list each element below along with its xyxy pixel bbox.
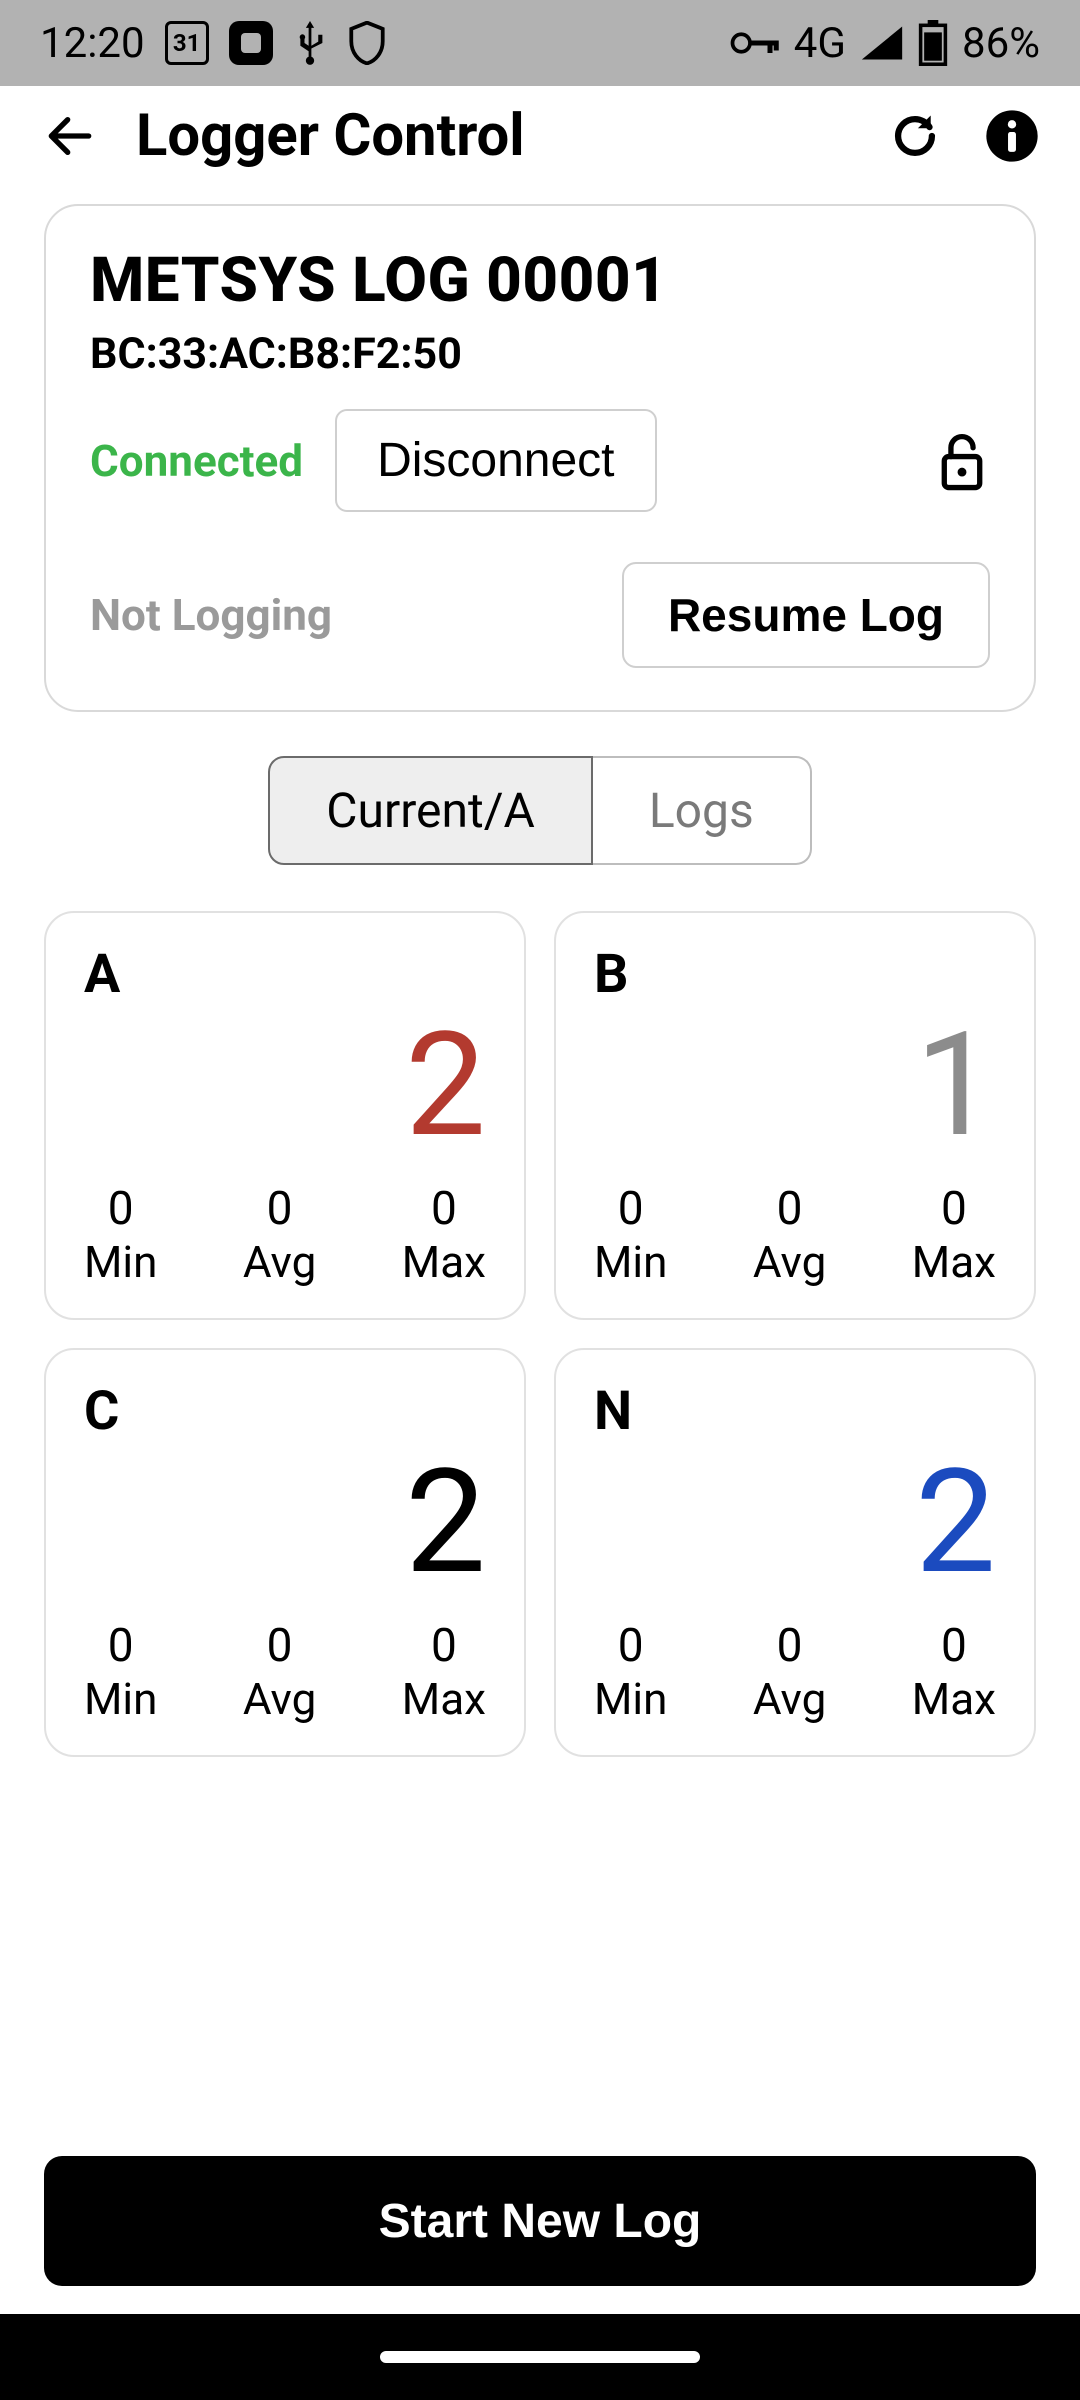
connection-status: Connected xyxy=(90,435,303,487)
home-indicator[interactable] xyxy=(380,2351,700,2363)
refresh-button[interactable] xyxy=(886,107,944,165)
connection-row: Connected Disconnect xyxy=(90,409,990,512)
stat-max: 0 Max xyxy=(912,1182,996,1288)
channel-label: N xyxy=(594,1380,996,1443)
stat-label: Avg xyxy=(753,1673,826,1725)
stat-value: 0 xyxy=(594,1619,667,1673)
stat-max: 0 Max xyxy=(402,1619,486,1725)
channel-label: A xyxy=(84,943,486,1006)
channel-grid: A 2 0 Min 0 Avg 0 Max B 1 xyxy=(44,911,1036,1757)
resume-log-button[interactable]: Resume Log xyxy=(622,562,990,668)
status-left: 12:20 31 xyxy=(40,19,387,68)
stat-label: Min xyxy=(84,1673,157,1725)
key-icon xyxy=(730,29,780,57)
stat-min: 0 Min xyxy=(84,1619,157,1725)
device-card: METSYS LOG 00001 BC:33:AC:B8:F2:50 Conne… xyxy=(44,204,1036,712)
stat-avg: 0 Avg xyxy=(753,1619,826,1725)
signal-icon xyxy=(860,24,904,62)
channel-value: 1 xyxy=(594,1014,996,1158)
channel-card-n: N 2 0 Min 0 Avg 0 Max xyxy=(554,1348,1036,1757)
refresh-icon xyxy=(886,107,944,165)
arrow-left-icon xyxy=(42,108,98,164)
stat-max: 0 Max xyxy=(402,1182,486,1288)
logging-status: Not Logging xyxy=(90,589,622,641)
channel-stats: 0 Min 0 Avg 0 Max xyxy=(84,1182,486,1288)
stat-value: 0 xyxy=(84,1182,157,1236)
app-header: Logger Control xyxy=(0,86,1080,186)
stat-label: Avg xyxy=(753,1236,826,1288)
stat-min: 0 Min xyxy=(84,1182,157,1288)
channel-stats: 0 Min 0 Avg 0 Max xyxy=(594,1619,996,1725)
stat-label: Min xyxy=(84,1236,157,1288)
status-bar: 12:20 31 4G xyxy=(0,0,1080,86)
tabs: Current/A Logs xyxy=(0,756,1080,865)
stat-avg: 0 Avg xyxy=(243,1619,316,1725)
stat-value: 0 xyxy=(243,1619,316,1673)
disconnect-button[interactable]: Disconnect xyxy=(335,409,656,512)
stat-avg: 0 Avg xyxy=(753,1182,826,1288)
channel-stats: 0 Min 0 Avg 0 Max xyxy=(594,1182,996,1288)
app-square-icon xyxy=(229,21,273,65)
page-title: Logger Control xyxy=(136,102,886,170)
stat-value: 0 xyxy=(912,1182,996,1236)
stat-value: 0 xyxy=(753,1619,826,1673)
stat-label: Max xyxy=(912,1673,996,1725)
channel-label: B xyxy=(594,943,996,1006)
channel-value: 2 xyxy=(84,1014,486,1158)
channel-stats: 0 Min 0 Avg 0 Max xyxy=(84,1619,486,1725)
stat-label: Max xyxy=(402,1673,486,1725)
status-time: 12:20 xyxy=(40,19,145,68)
stat-max: 0 Max xyxy=(912,1619,996,1725)
info-button[interactable] xyxy=(984,108,1040,164)
app-region: Logger Control METSYS LOG 00001 BC:33:AC… xyxy=(0,86,1080,2314)
channel-value: 2 xyxy=(594,1451,996,1595)
header-actions xyxy=(886,107,1040,165)
channel-card-a: A 2 0 Min 0 Avg 0 Max xyxy=(44,911,526,1320)
stat-value: 0 xyxy=(243,1182,316,1236)
usb-icon xyxy=(293,21,327,65)
stat-label: Avg xyxy=(243,1673,316,1725)
stat-label: Min xyxy=(594,1236,667,1288)
nav-bar xyxy=(0,2314,1080,2400)
start-new-log-button[interactable]: Start New Log xyxy=(44,2156,1036,2286)
tab-logs[interactable]: Logs xyxy=(593,756,812,865)
battery-icon xyxy=(918,20,948,66)
stat-value: 0 xyxy=(594,1182,667,1236)
battery-percent: 86% xyxy=(962,19,1040,68)
stat-value: 0 xyxy=(402,1619,486,1673)
stat-label: Avg xyxy=(243,1236,316,1288)
stat-value: 0 xyxy=(912,1619,996,1673)
logging-row: Not Logging Resume Log xyxy=(90,562,990,668)
stat-avg: 0 Avg xyxy=(243,1182,316,1288)
stat-value: 0 xyxy=(753,1182,826,1236)
tab-current[interactable]: Current/A xyxy=(268,756,593,865)
calendar-icon: 31 xyxy=(165,21,209,65)
device-mac: BC:33:AC:B8:F2:50 xyxy=(90,329,990,379)
back-button[interactable] xyxy=(40,106,100,166)
shield-icon xyxy=(347,21,387,65)
channel-card-b: B 1 0 Min 0 Avg 0 Max xyxy=(554,911,1036,1320)
info-icon xyxy=(984,108,1040,164)
stat-value: 0 xyxy=(84,1619,157,1673)
stat-label: Min xyxy=(594,1673,667,1725)
stat-value: 0 xyxy=(402,1182,486,1236)
lock-open-icon xyxy=(934,430,990,492)
stat-min: 0 Min xyxy=(594,1182,667,1288)
status-right: 4G 86% xyxy=(730,19,1040,68)
channel-card-c: C 2 0 Min 0 Avg 0 Max xyxy=(44,1348,526,1757)
channel-value: 2 xyxy=(84,1451,486,1595)
network-label: 4G xyxy=(794,19,846,68)
channel-label: C xyxy=(84,1380,486,1443)
stat-label: Max xyxy=(402,1236,486,1288)
stat-min: 0 Min xyxy=(594,1619,667,1725)
device-name: METSYS LOG 00001 xyxy=(90,244,990,317)
stat-label: Max xyxy=(912,1236,996,1288)
